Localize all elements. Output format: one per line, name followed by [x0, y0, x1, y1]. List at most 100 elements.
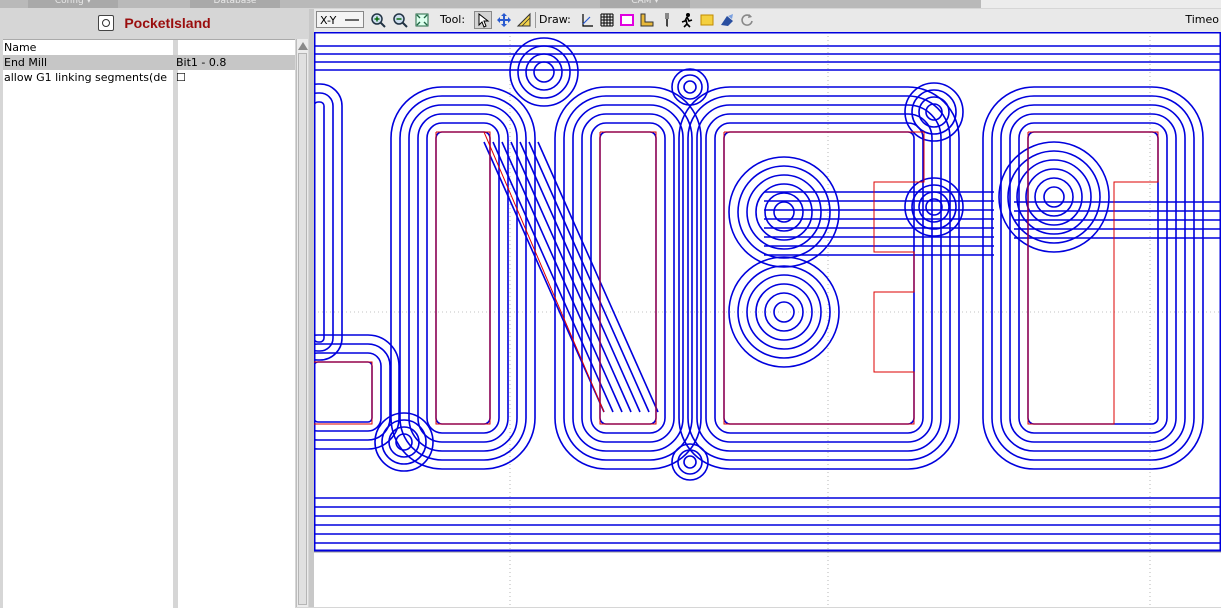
property-row-g1-linking[interactable]: allow G1 linking segments(de ☐	[3, 70, 295, 85]
grid-icon	[600, 13, 614, 27]
toolpath-diagonal	[510, 141, 632, 413]
pocket-island-icon	[98, 15, 115, 31]
toolpath-loop	[374, 412, 434, 472]
scroll-up-icon[interactable]	[297, 42, 308, 50]
toolpath-offset	[1009, 113, 1177, 443]
refresh-icon	[741, 14, 753, 26]
property-scrollbar[interactable]	[296, 39, 308, 607]
simulate-button[interactable]	[678, 11, 696, 29]
panel-header: PocketIsland	[0, 9, 309, 37]
ruler-icon	[640, 13, 654, 27]
toolpath-offset	[408, 104, 518, 452]
view-plane-value: X-Y	[320, 14, 337, 27]
runner-icon	[681, 13, 693, 28]
refresh-button[interactable]	[738, 11, 756, 29]
toolpath-offset	[687, 95, 951, 461]
toolpath-loop	[918, 96, 950, 128]
grid-button[interactable]	[598, 11, 616, 29]
property-key: Name	[4, 41, 37, 54]
column-divider[interactable]	[173, 40, 178, 608]
stock-border	[314, 32, 1221, 552]
toolpath-diagonal	[528, 141, 650, 413]
island-outline	[1027, 131, 1159, 425]
zoom-in-button[interactable]	[369, 11, 387, 29]
tool-label: Tool:	[440, 13, 466, 26]
shape-button[interactable]	[718, 11, 736, 29]
move-icon	[497, 13, 511, 27]
toolpath-drawing[interactable]	[314, 32, 1221, 607]
toolpath-diagonal	[492, 141, 614, 413]
toolpath-loop	[525, 53, 563, 91]
zoom-fit-icon	[415, 13, 429, 27]
magenta-rect-icon	[620, 14, 634, 26]
toolpath-offset	[417, 113, 509, 443]
zoom-in-icon	[371, 13, 386, 28]
select-tool-button[interactable]	[474, 11, 492, 29]
toolpath-loop	[509, 37, 579, 107]
toolpath-offset	[426, 122, 500, 434]
toolpath-loop	[737, 165, 831, 259]
toolpath-loop	[746, 174, 822, 250]
toolpath-loop	[737, 265, 831, 359]
toolpath-offset	[1027, 131, 1159, 425]
draw-rect-button[interactable]	[618, 11, 636, 29]
zoom-out-button[interactable]	[391, 11, 409, 29]
property-value[interactable]: Bit1 - 0.8	[176, 55, 294, 70]
view-plane-select[interactable]: X-Y	[316, 11, 364, 28]
toolpath-offset	[982, 86, 1204, 470]
tab-cam[interactable]: CAM ▾	[600, 0, 690, 8]
property-row-name[interactable]: Name	[3, 40, 295, 55]
toolpath-offset	[314, 83, 343, 361]
tabstrip-filler	[981, 0, 1221, 8]
ruler-button[interactable]	[638, 11, 656, 29]
property-key: End Mill	[4, 56, 48, 69]
draw-axis-icon	[582, 14, 593, 27]
timeout-label: Timeo	[1185, 13, 1219, 26]
g1-linking-checkbox[interactable]: ☐	[176, 70, 294, 85]
property-row-end-mill[interactable]: End Mill Bit1 - 0.8	[3, 55, 295, 70]
toolpath-loop	[677, 449, 703, 475]
toolpath-diagonal	[501, 141, 623, 413]
properties-panel: PocketIsland Name End Mill Bit1 - 0.8 al…	[0, 9, 309, 608]
toolpath-offset	[696, 104, 942, 452]
toolpath-offset	[399, 95, 527, 461]
toolpath-offset	[435, 131, 491, 425]
toolpath-offset	[314, 352, 382, 432]
toolpath-offset	[1018, 122, 1168, 434]
toolpath-diagonal	[483, 141, 605, 413]
cam-view-canvas[interactable]	[314, 32, 1221, 607]
view-toolbar: X-Y Tool: Draw: Timeo	[314, 9, 1221, 32]
toolpath-loop	[683, 455, 697, 469]
toolbar-separator	[535, 12, 536, 28]
tab-database[interactable]: Database	[190, 0, 280, 8]
property-grid: Name End Mill Bit1 - 0.8 allow G1 linkin…	[3, 39, 295, 608]
island-outline	[435, 131, 491, 425]
island-outline	[314, 361, 373, 425]
toolpath-offset	[314, 361, 373, 423]
toolpath-offset	[991, 95, 1195, 461]
property-key: allow G1 linking segments(de	[4, 71, 168, 84]
draw-axis-button[interactable]	[578, 11, 596, 29]
toolpath-diagonal	[537, 141, 659, 413]
toolpath-offset	[390, 86, 536, 470]
blue-shape-icon	[721, 14, 733, 26]
zoom-out-icon	[393, 13, 408, 28]
toolpath-offset	[314, 334, 400, 450]
tool-bit-button[interactable]	[658, 11, 676, 29]
select-pointer-icon	[478, 12, 490, 28]
top-tab-strip: Config ▾ Database CAM ▾	[0, 0, 1221, 8]
toolpath-offset	[678, 86, 960, 470]
tool-bit-icon	[665, 13, 669, 27]
measure-icon	[516, 12, 531, 27]
toolpath-loop	[728, 156, 840, 268]
tab-config[interactable]: Config ▾	[28, 0, 118, 8]
zoom-fit-button[interactable]	[413, 11, 431, 29]
panel-title: PocketIsland	[124, 15, 211, 31]
move-tool-button[interactable]	[495, 11, 513, 29]
stock-button[interactable]	[698, 11, 716, 29]
measure-tool-button[interactable]	[515, 11, 533, 29]
yellow-rect-icon	[700, 14, 714, 26]
toolpath-loop	[677, 74, 703, 100]
toolpath-loop	[764, 192, 804, 232]
scroll-thumb[interactable]	[298, 53, 307, 605]
